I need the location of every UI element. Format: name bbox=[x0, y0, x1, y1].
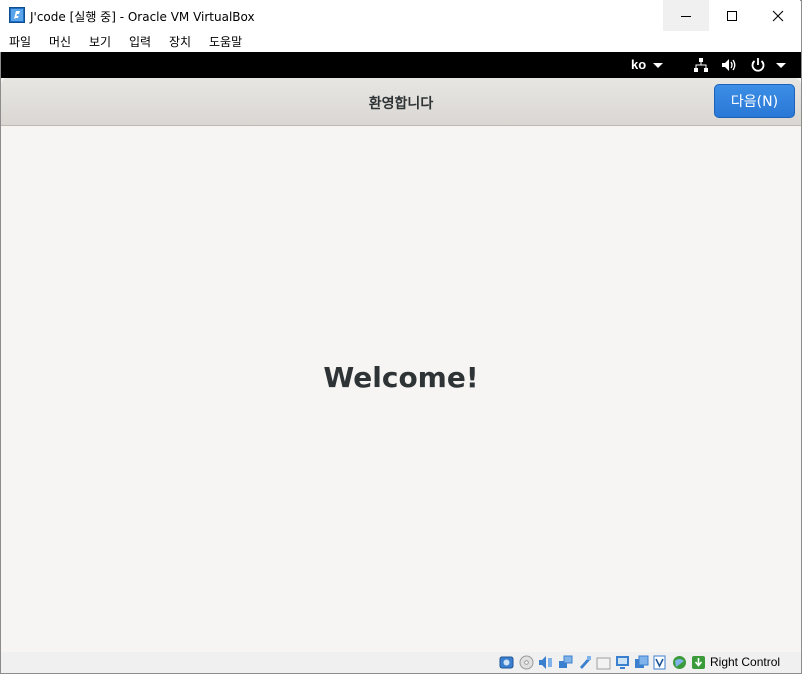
minimize-icon bbox=[681, 15, 691, 17]
usb-icon[interactable] bbox=[577, 655, 592, 670]
page-title: 환영합니다 bbox=[368, 96, 434, 112]
host-key-label: Right Control bbox=[710, 655, 781, 669]
virtualbox-icon bbox=[9, 7, 25, 23]
network-icon[interactable] bbox=[693, 57, 709, 73]
status-bar: Right Control bbox=[1, 652, 801, 673]
header-bar: 환영합니다 다음(N) bbox=[1, 78, 801, 126]
cpu-icon[interactable] bbox=[652, 655, 667, 670]
welcome-heading: Welcome! bbox=[323, 361, 479, 394]
menu-input[interactable]: 입력 bbox=[129, 33, 151, 50]
next-button[interactable]: 다음(N) bbox=[714, 84, 795, 118]
title-bar[interactable]: J'code [실행 중] - Oracle VM VirtualBox bbox=[0, 0, 800, 31]
menu-bar: 파일 머신 보기 입력 장치 도움말 bbox=[0, 31, 800, 52]
shared-folders-icon[interactable] bbox=[596, 655, 611, 670]
minimize-button[interactable] bbox=[663, 0, 709, 31]
mouse-integration-icon[interactable] bbox=[672, 655, 687, 670]
window-title: J'code [실행 중] - Oracle VM VirtualBox bbox=[30, 10, 255, 24]
volume-icon[interactable] bbox=[721, 57, 737, 73]
display-icon[interactable] bbox=[615, 655, 630, 670]
audio-icon[interactable] bbox=[538, 655, 553, 670]
chevron-down-icon bbox=[776, 63, 786, 68]
maximize-icon bbox=[727, 10, 737, 21]
menu-file[interactable]: 파일 bbox=[9, 33, 31, 50]
chevron-down-icon bbox=[653, 63, 663, 68]
close-button[interactable] bbox=[755, 0, 801, 31]
guest-screen[interactable]: ko 환영합니다 다음(N) Welcome! bbox=[1, 52, 801, 652]
language-indicator[interactable]: ko bbox=[631, 57, 646, 72]
keyboard-capture-icon[interactable] bbox=[691, 655, 706, 670]
gnome-top-bar: ko bbox=[1, 52, 801, 78]
menu-view[interactable]: 보기 bbox=[89, 33, 111, 50]
close-icon bbox=[772, 10, 784, 21]
video-capture-icon[interactable] bbox=[634, 655, 649, 670]
menu-devices[interactable]: 장치 bbox=[169, 33, 191, 50]
hard-disk-icon[interactable] bbox=[499, 655, 514, 670]
menu-machine[interactable]: 머신 bbox=[49, 33, 71, 50]
menu-help[interactable]: 도움말 bbox=[209, 33, 242, 50]
network-adapter-icon[interactable] bbox=[558, 655, 573, 670]
maximize-button[interactable] bbox=[709, 0, 755, 31]
power-icon[interactable] bbox=[750, 57, 766, 73]
optical-drive-icon[interactable] bbox=[519, 655, 534, 670]
